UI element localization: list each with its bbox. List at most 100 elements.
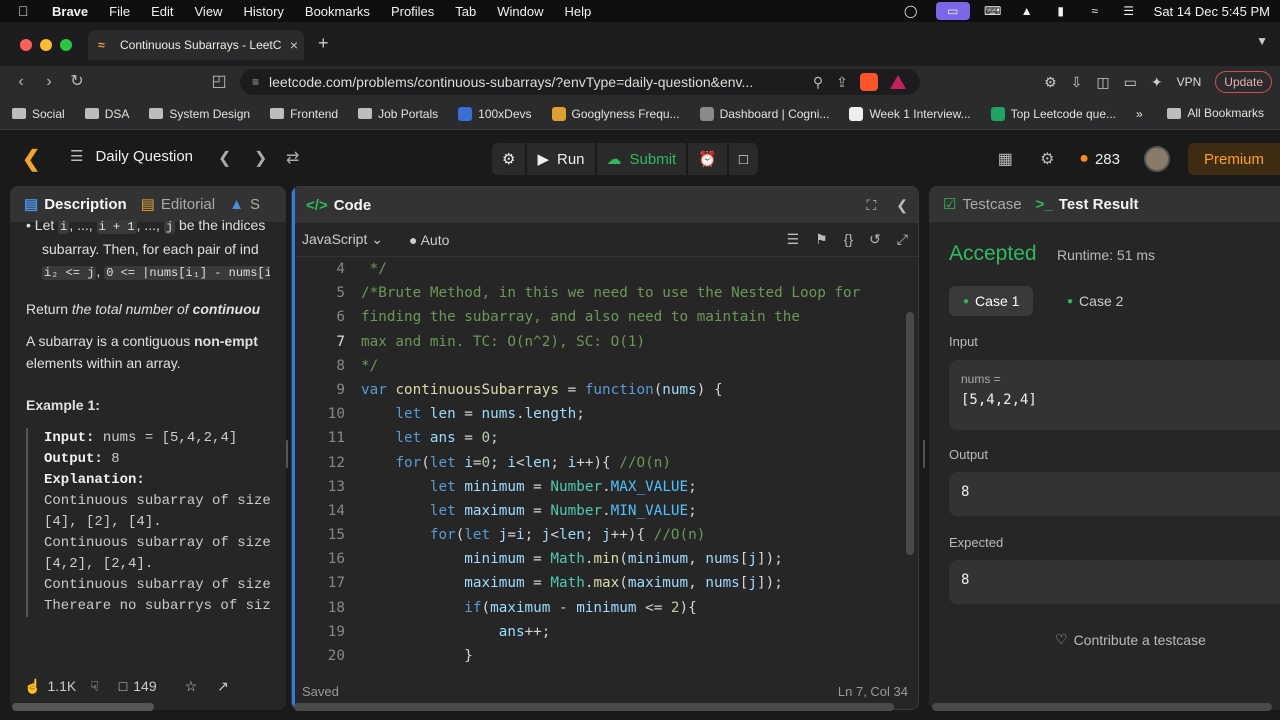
menu-view[interactable]: View	[195, 4, 223, 19]
vpn-button[interactable]: VPN	[1177, 75, 1202, 89]
browser-tab-active[interactable]: ≈ Continuous Subarrays - LeetC ×	[88, 30, 304, 60]
all-bookmarks[interactable]: All Bookmarks	[1167, 106, 1264, 120]
braces-icon[interactable]: {}	[844, 231, 853, 248]
extensions-icon[interactable]: ⚙	[1044, 74, 1057, 91]
menu-tab[interactable]: Tab	[455, 4, 476, 19]
menubar-clock[interactable]: Sat 14 Dec 5:45 PM	[1154, 4, 1270, 19]
tab-menu-icon[interactable]: ▼	[1256, 34, 1268, 48]
code-line[interactable]: 12 for(let i=0; i<len; i++){ //O(n)	[295, 451, 907, 475]
code-line[interactable]: 15 for(let j=i; j<len; j++){ //O(n)	[295, 523, 907, 547]
bookmark-icon[interactable]: ⚑	[815, 231, 828, 248]
keyboard-icon[interactable]: ⌨	[984, 4, 1002, 18]
code-line[interactable]: 10 let len = nums.length;	[295, 402, 907, 426]
next-problem-icon[interactable]: ❯	[254, 148, 267, 168]
zoom-icon[interactable]: ⚲	[806, 74, 830, 91]
menu-file[interactable]: File	[109, 4, 130, 19]
tab-description[interactable]: ▤ Description	[24, 195, 127, 214]
tab-solutions[interactable]: ▲ S	[229, 196, 260, 213]
code-line[interactable]: 18 if(maximum - minimum <= 2){	[295, 596, 907, 620]
comments-button[interactable]: □ 149	[119, 678, 157, 694]
auto-mode[interactable]: ● Auto	[409, 232, 449, 248]
tab-testcase[interactable]: ☑ Testcase	[943, 195, 1022, 214]
tab-code[interactable]: </> Code	[306, 197, 371, 214]
code-editor[interactable]: 4 */ 5 /*Brute Method, in this we need to …	[295, 257, 907, 668]
submit-button[interactable]: ☁ Submit	[596, 143, 687, 175]
code-line[interactable]: 20 }	[295, 644, 907, 668]
premium-button[interactable]: Premium	[1188, 143, 1280, 175]
bookmark-googlyness[interactable]: Googlyness Frequ...	[551, 106, 680, 121]
back-icon[interactable]: ‹	[10, 71, 32, 93]
case-2-tab[interactable]: ● Case 2	[1053, 286, 1137, 316]
update-button[interactable]: Update	[1215, 71, 1272, 93]
description-scrollbar[interactable]	[12, 703, 154, 711]
maximize-icon[interactable]: ⛶	[866, 197, 876, 214]
code-line[interactable]: 19 ans++;	[295, 620, 907, 644]
brave-shields-icon[interactable]	[860, 73, 878, 91]
upload-icon[interactable]: ▲	[1018, 4, 1036, 18]
url-text[interactable]: leetcode.com/problems/continuous-subarra…	[269, 74, 806, 90]
share-icon[interactable]: ↗	[217, 678, 229, 695]
tab-test-result[interactable]: >_ Test Result	[1036, 196, 1139, 213]
bookmark-job-portals[interactable]: Job Portals	[358, 107, 438, 121]
timer-button[interactable]: ⏰	[688, 143, 727, 175]
code-line[interactable]: 4 */	[295, 257, 907, 281]
menu-profiles[interactable]: Profiles	[391, 4, 434, 19]
focus-mode-icon[interactable]: ▭	[935, 2, 970, 20]
code-scrollbar[interactable]	[906, 312, 914, 555]
code-hscrollbar[interactable]	[294, 703, 894, 711]
bookmark-dsa[interactable]: DSA	[84, 107, 129, 121]
wifi-icon[interactable]: ≈	[1086, 4, 1104, 18]
layout-icon[interactable]: ▦	[995, 149, 1015, 169]
menu-edit[interactable]: Edit	[151, 4, 173, 19]
bookmark-frontend[interactable]: Frontend	[270, 107, 338, 121]
run-button[interactable]: ▶ Run	[527, 143, 595, 175]
vpn-status-icon[interactable]: ◯	[902, 4, 920, 18]
close-window-button[interactable]	[20, 39, 32, 51]
result-scrollbar[interactable]	[932, 703, 1272, 711]
reload-icon[interactable]: ↻	[66, 71, 88, 93]
wallet-icon[interactable]: ▭	[1124, 74, 1137, 91]
menu-help[interactable]: Help	[565, 4, 592, 19]
close-tab-icon[interactable]: ×	[284, 37, 304, 53]
bookmark-system-design[interactable]: System Design	[149, 107, 250, 121]
code-line[interactable]: 13 let minimum = Number.MAX_VALUE;	[295, 475, 907, 499]
menu-window[interactable]: Window	[497, 4, 543, 19]
zoom-window-button[interactable]	[60, 39, 72, 51]
bookmark-100xdevs[interactable]: 100xDevs	[458, 106, 532, 121]
leetcode-logo-icon[interactable]: ❮	[22, 148, 42, 170]
bookmark-dashboard[interactable]: Dashboard | Cogni...	[699, 106, 829, 121]
share-icon[interactable]: ⇪	[830, 74, 854, 91]
code-line[interactable]: 8 */	[295, 354, 907, 378]
reset-icon[interactable]: ↺	[869, 231, 881, 248]
address-bar[interactable]: ≡ leetcode.com/problems/continuous-subar…	[240, 69, 920, 95]
dislike-button[interactable]: ☟	[90, 678, 99, 695]
prev-problem-icon[interactable]: ❮	[218, 148, 231, 168]
shuffle-icon[interactable]: ⇄	[286, 148, 299, 168]
favorite-star-icon[interactable]: ☆	[185, 678, 198, 695]
contribute-testcase-button[interactable]: ♡ Contribute a testcase	[1055, 631, 1206, 648]
bookmark-top-leetcode[interactable]: Top Leetcode que...	[990, 106, 1116, 121]
tab-editorial[interactable]: ▤ Editorial	[141, 195, 215, 214]
code-line[interactable]: 5 /*Brute Method, in this we need to use …	[295, 281, 907, 305]
language-select[interactable]: JavaScript ⌄	[302, 231, 383, 248]
collapse-icon[interactable]: ❮	[896, 197, 908, 214]
sidebar-icon[interactable]: ◫	[1096, 74, 1109, 91]
downloads-icon[interactable]: ⇩	[1071, 74, 1083, 91]
leo-ai-icon[interactable]: ✦	[1151, 74, 1163, 91]
format-icon[interactable]: ☰	[787, 231, 800, 248]
bookmark-social[interactable]: Social	[12, 107, 65, 121]
code-line[interactable]: 6 finding the subarray, and also need to …	[295, 305, 907, 329]
code-line[interactable]: 11 let ans = 0;	[295, 426, 907, 450]
control-center-icon[interactable]: ☰	[1120, 4, 1138, 18]
menu-history[interactable]: History	[243, 4, 283, 19]
settings-gear-icon[interactable]: ⚙	[1037, 149, 1057, 169]
apple-icon[interactable]: 	[18, 3, 36, 19]
bookmark-page-icon[interactable]: ◰	[208, 71, 230, 93]
code-line[interactable]: 16 minimum = Math.min(minimum, nums[j]);	[295, 547, 907, 571]
code-line[interactable]: 17 maximum = Math.max(maximum, nums[j]);	[295, 571, 907, 595]
battery-icon[interactable]: ▮	[1052, 4, 1070, 18]
avatar[interactable]	[1144, 146, 1170, 172]
fullscreen-icon[interactable]: ⤢	[897, 231, 908, 248]
problem-list-button[interactable]: ☰ Daily Question	[70, 147, 193, 166]
code-line[interactable]: 14 let maximum = Number.MIN_VALUE;	[295, 499, 907, 523]
